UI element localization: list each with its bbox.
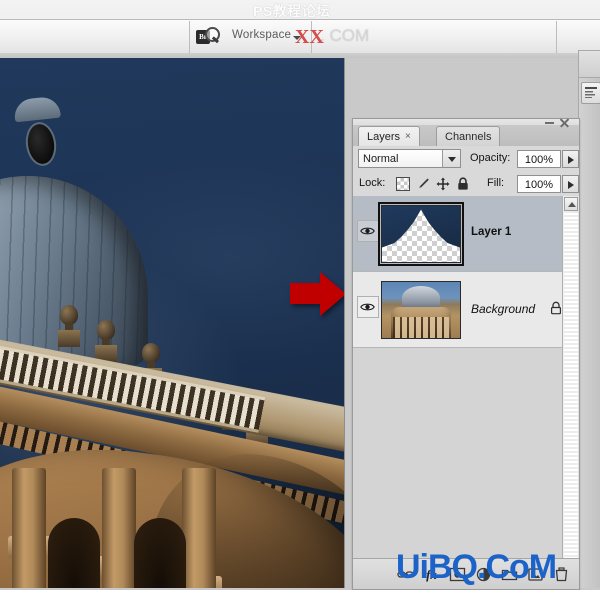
layer-name[interactable]: Background xyxy=(471,302,535,316)
tab-close-icon[interactable]: × xyxy=(405,127,411,147)
opacity-input[interactable]: 100% xyxy=(517,150,561,168)
opacity-label: Opacity: xyxy=(470,152,511,164)
options-bar: Br Workspace xyxy=(0,0,600,58)
layer-list: Layer 1 Background xyxy=(353,196,579,559)
launch-bridge-button[interactable]: Br xyxy=(196,27,220,47)
panel-window-buttons xyxy=(545,116,575,130)
tab-channels-label: Channels xyxy=(445,131,492,143)
workspace-label[interactable]: Workspace xyxy=(232,29,291,41)
table-row[interactable]: Layer 1 xyxy=(353,196,579,272)
tab-channels[interactable]: Channels xyxy=(436,126,501,147)
toolbar-separator-far-right xyxy=(556,21,557,53)
link-layers-icon[interactable] xyxy=(397,567,414,582)
new-adjustment-layer-icon[interactable] xyxy=(475,567,492,582)
lock-position-icon[interactable] xyxy=(436,177,450,191)
eye-icon xyxy=(360,227,375,235)
panel-dock-strip xyxy=(578,58,600,588)
eye-icon xyxy=(360,303,375,311)
dock-collapse-bar[interactable] xyxy=(578,50,600,78)
layers-panel-footer: fx xyxy=(353,558,579,589)
fill-spinner-icon[interactable] xyxy=(562,175,579,193)
chevron-down-icon[interactable] xyxy=(293,36,301,40)
arched-window xyxy=(48,518,100,588)
add-layer-mask-icon[interactable] xyxy=(449,567,466,582)
padlock-icon xyxy=(551,301,562,315)
opacity-spinner-icon[interactable] xyxy=(562,150,579,168)
lock-image-pixels-icon[interactable] xyxy=(416,177,430,191)
scrollbar-track[interactable] xyxy=(564,212,578,559)
lock-label: Lock: xyxy=(359,177,386,189)
table-row[interactable]: Background xyxy=(353,272,579,348)
toolbar-separator-right xyxy=(311,21,312,53)
layer-thumbnail[interactable] xyxy=(378,202,464,266)
new-group-icon[interactable] xyxy=(501,567,518,582)
photo-image xyxy=(0,58,344,588)
thumbnail-columns xyxy=(392,316,450,338)
chevron-down-icon[interactable] xyxy=(442,150,460,167)
document-canvas[interactable] xyxy=(0,58,345,588)
scrollbar[interactable] xyxy=(562,196,579,559)
fill-label: Fill: xyxy=(487,177,505,189)
urn-finial xyxy=(58,305,80,347)
lock-transparency-icon[interactable] xyxy=(396,177,410,191)
photoshop-window: Br Workspace PS教程论坛 . COM XX Layers × Ch… xyxy=(0,0,600,590)
close-icon[interactable] xyxy=(559,117,570,128)
new-layer-icon[interactable] xyxy=(527,567,544,582)
blend-mode-value: Normal xyxy=(363,153,399,165)
arched-window xyxy=(134,518,186,588)
layers-panel: Layers × Channels Normal Opacity: 100% L… xyxy=(352,118,580,590)
scroll-up-icon[interactable] xyxy=(564,197,578,211)
lock-all-icon[interactable] xyxy=(456,177,470,191)
lock-fill-row: Lock: Fill: 100% xyxy=(353,172,579,197)
layer-name[interactable]: Layer 1 xyxy=(471,226,511,238)
toolbar-separator-left xyxy=(189,21,190,53)
urn-finial xyxy=(95,320,117,362)
layer-visibility-toggle[interactable] xyxy=(357,220,379,242)
layer-thumbnail[interactable] xyxy=(381,281,461,339)
lock-buttons xyxy=(396,176,486,192)
fill-input[interactable]: 100% xyxy=(517,175,561,193)
layer-visibility-toggle[interactable] xyxy=(357,296,379,318)
column xyxy=(12,468,46,588)
blend-mode-select[interactable]: Normal xyxy=(358,149,461,168)
layer-thumbnail-photo xyxy=(382,282,460,338)
tab-layers-label: Layers xyxy=(367,131,401,143)
history-panel-icon[interactable] xyxy=(581,82,600,104)
layers-panel-body: Normal Opacity: 100% Lock: Fill: 100% La… xyxy=(353,146,579,589)
column xyxy=(102,468,136,588)
column xyxy=(182,468,216,588)
blend-opacity-row: Normal Opacity: 100% xyxy=(353,146,579,172)
minimize-icon[interactable] xyxy=(545,122,554,124)
red-pointer-arrow[interactable] xyxy=(288,270,345,318)
tab-layers[interactable]: Layers × xyxy=(358,126,420,147)
delete-layer-icon[interactable] xyxy=(553,567,570,582)
layer-style-fx-icon[interactable]: fx xyxy=(423,567,440,582)
